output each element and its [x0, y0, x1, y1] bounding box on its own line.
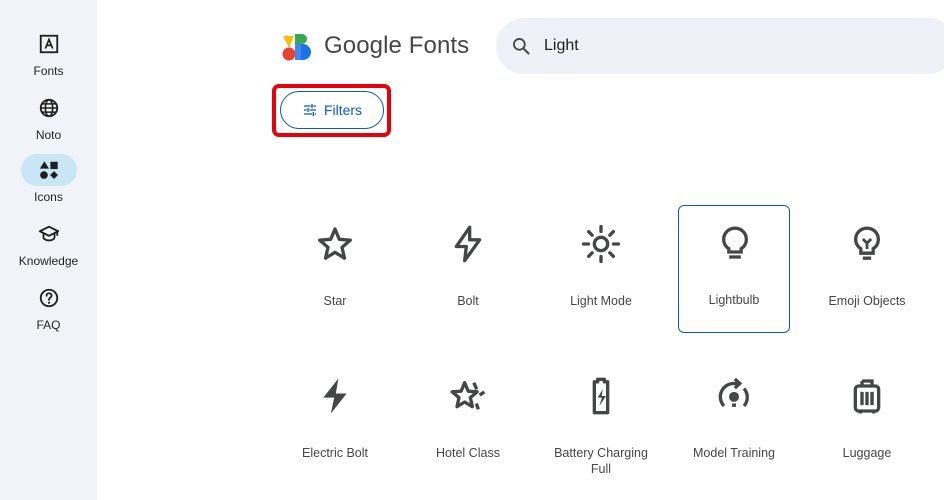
- google-fonts-logo-icon: [282, 34, 311, 61]
- icon-tile-star[interactable]: Star: [279, 206, 391, 334]
- bolt-icon: [454, 225, 482, 263]
- sidebar-item-label: FAQ: [36, 318, 61, 332]
- school-icon: [21, 218, 77, 250]
- icon-label: Battery Charging Full: [554, 446, 648, 476]
- shapes-icon: [20, 154, 77, 186]
- sidebar: Fonts Noto Icons Knowledge FAQ: [0, 0, 97, 500]
- icon-tile-battery-charging-full[interactable]: Battery Charging Full: [545, 358, 657, 486]
- model-training-icon: [718, 377, 749, 408]
- star-icon: [318, 227, 352, 260]
- hotel-class-icon: [450, 381, 486, 410]
- sidebar-item-noto[interactable]: Noto: [0, 92, 97, 142]
- sidebar-item-label: Icons: [34, 190, 63, 204]
- icon-label: Electric Bolt: [302, 446, 368, 460]
- sidebar-item-label: Noto: [35, 128, 62, 142]
- icon-label: Bolt: [457, 294, 479, 308]
- google-fonts-logo[interactable]: Google Fonts: [281, 30, 469, 62]
- sidebar-item-fonts[interactable]: Fonts: [0, 28, 97, 78]
- globe-icon: [21, 92, 77, 124]
- filters-button[interactable]: Filters: [280, 91, 384, 129]
- sidebar-item-faq[interactable]: FAQ: [0, 282, 97, 332]
- electric-bolt-icon: [323, 378, 347, 414]
- sidebar-item-icons[interactable]: Icons: [0, 154, 97, 204]
- icon-tile-electric-bolt[interactable]: Electric Bolt: [279, 358, 391, 486]
- sidebar-item-label: Fonts: [33, 64, 64, 78]
- search-bar[interactable]: Light: [496, 18, 944, 74]
- luggage-icon: [853, 379, 881, 414]
- help-icon: [21, 282, 77, 314]
- icon-tile-lightbulb[interactable]: Lightbulb: [678, 205, 790, 333]
- search-icon: [510, 35, 532, 57]
- icon-label: Light Mode: [570, 294, 632, 308]
- icon-label: Hotel Class: [436, 446, 500, 460]
- icon-tile-luggage[interactable]: Luggage: [811, 358, 923, 486]
- icon-tile-bolt[interactable]: Bolt: [412, 206, 524, 334]
- sidebar-item-label: Knowledge: [18, 254, 79, 268]
- icon-tile-emoji-objects[interactable]: Emoji Objects: [811, 206, 923, 334]
- icon-label: Lightbulb: [708, 293, 760, 307]
- tune-icon: [303, 104, 316, 116]
- sidebar-item-knowledge[interactable]: Knowledge: [0, 218, 97, 268]
- icon-tile-model-training[interactable]: Model Training: [678, 358, 790, 486]
- icon-tile-light-mode[interactable]: Light Mode: [545, 206, 657, 334]
- logo-text: Google Fonts: [324, 32, 470, 59]
- icon-label: Star: [323, 294, 347, 308]
- icon-tile-hotel-class[interactable]: Hotel Class: [412, 358, 524, 486]
- icon-label: Luggage: [842, 446, 892, 460]
- lightbulb-icon: [721, 226, 749, 259]
- search-input[interactable]: Light: [544, 37, 579, 55]
- battery-charging-full-icon: [592, 377, 610, 415]
- light-mode-icon: [581, 224, 621, 264]
- filters-label: Filters: [323, 102, 363, 118]
- emoji-objects-icon: [853, 226, 881, 260]
- font-icon: [21, 28, 77, 60]
- icon-label: Emoji Objects: [828, 294, 906, 308]
- icon-label: Model Training: [693, 446, 775, 460]
